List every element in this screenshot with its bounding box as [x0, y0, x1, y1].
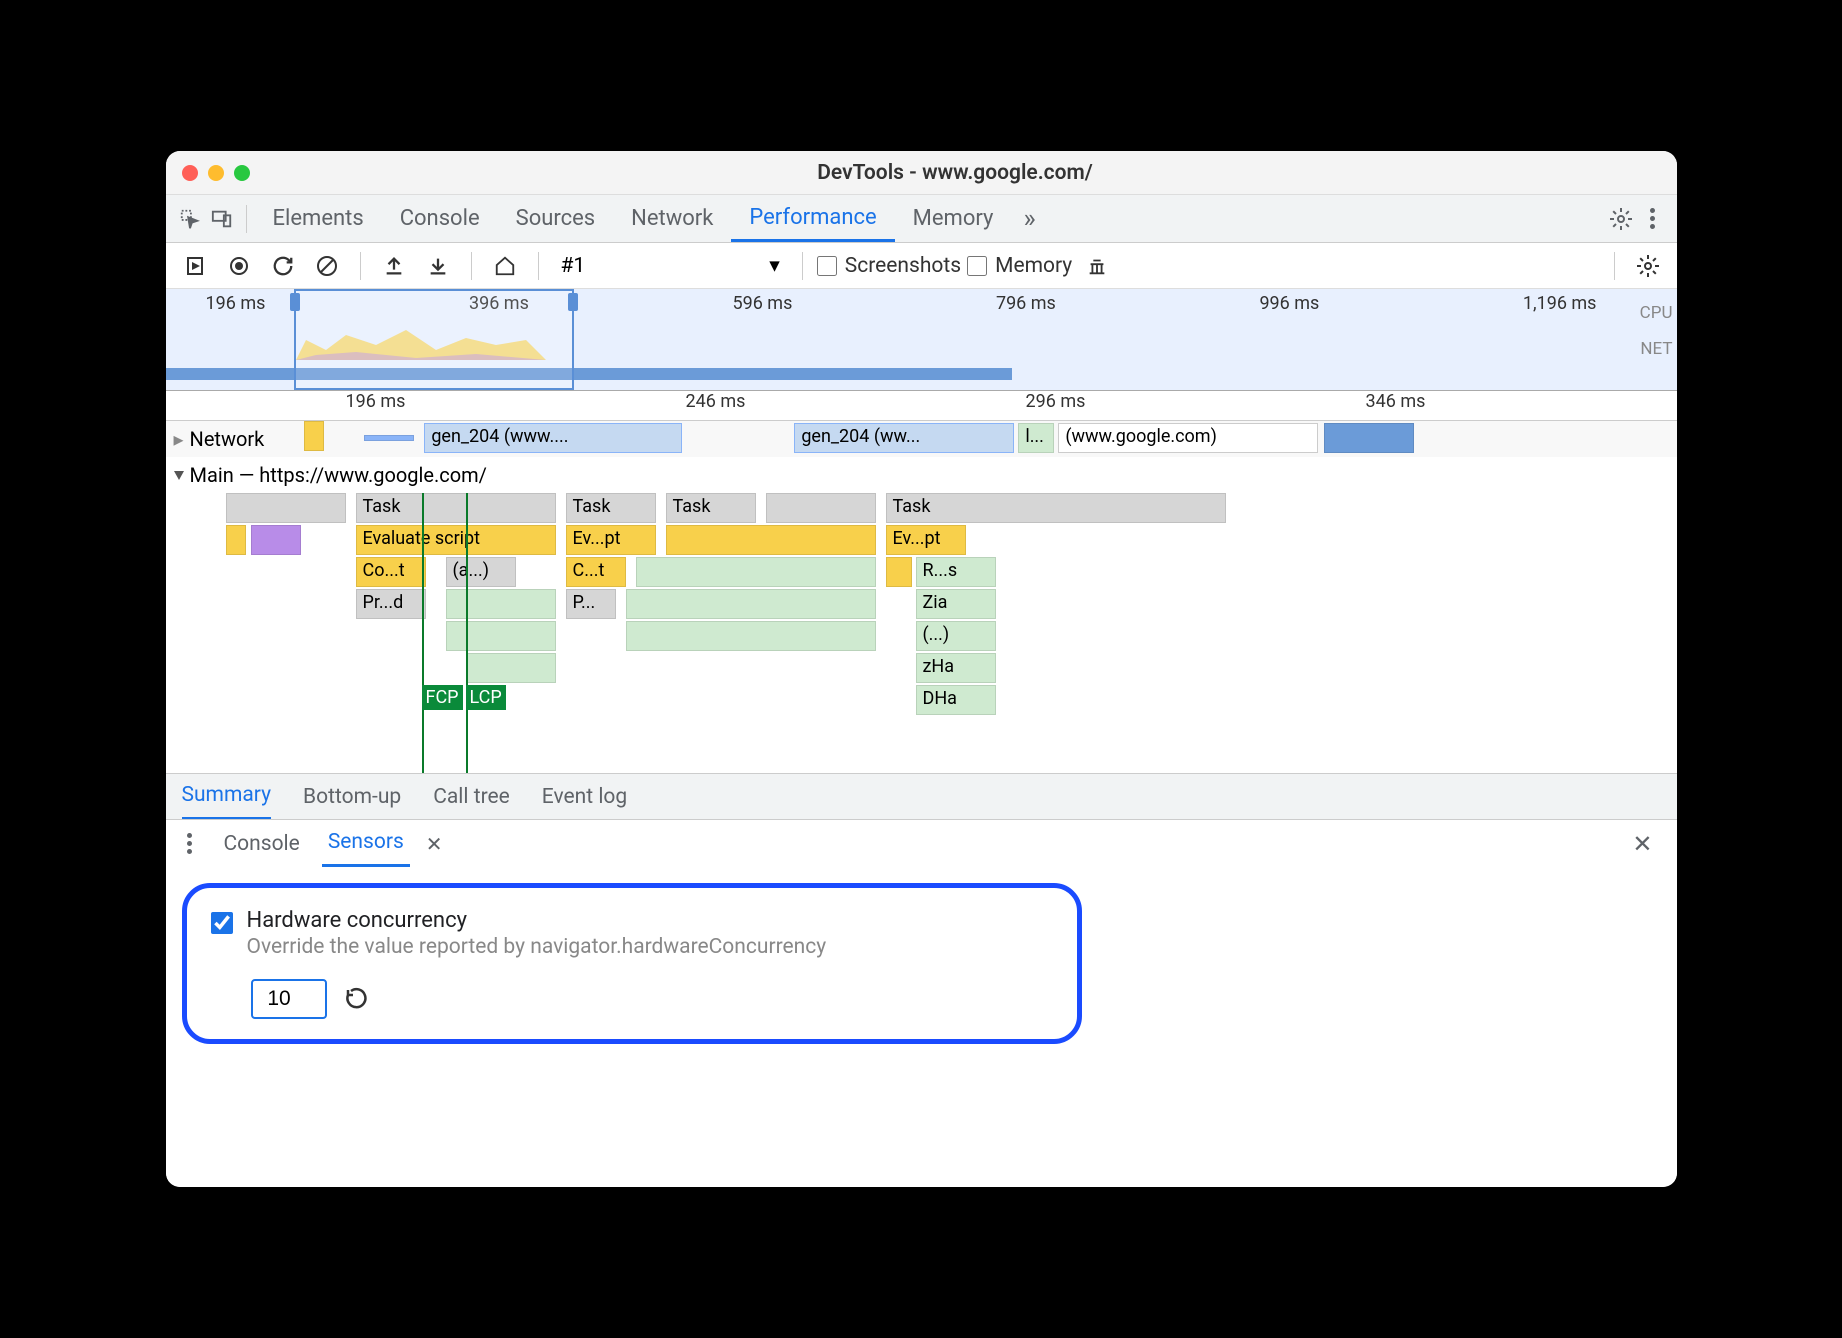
- memory-checkbox[interactable]: Memory: [967, 254, 1072, 278]
- tab-network[interactable]: Network: [613, 195, 731, 242]
- clear-button[interactable]: [308, 247, 346, 285]
- minimize-window-button[interactable]: [208, 165, 224, 181]
- record-button[interactable]: [176, 247, 214, 285]
- tab-performance[interactable]: Performance: [731, 195, 894, 242]
- flame-item[interactable]: P...: [566, 589, 616, 619]
- flame-item[interactable]: Pr...d: [356, 589, 426, 619]
- fcp-marker[interactable]: FCP: [422, 685, 463, 710]
- screenshots-checkbox[interactable]: Screenshots: [817, 254, 961, 278]
- sensors-panel: Hardware concurrency Override the value …: [166, 867, 1677, 1187]
- drawer-tab-close-icon[interactable]: ✕: [426, 832, 443, 856]
- flame-item[interactable]: zHa: [916, 653, 996, 683]
- tab-console[interactable]: Console: [382, 195, 498, 242]
- drawer-tabbar: Console Sensors ✕ ✕: [166, 819, 1677, 867]
- inspect-icon[interactable]: [174, 203, 206, 235]
- gc-button[interactable]: [1078, 247, 1116, 285]
- network-track-label: Network: [190, 427, 265, 451]
- overview-tick: 796 ms: [996, 293, 1056, 314]
- kebab-menu-icon[interactable]: [1637, 203, 1669, 235]
- tab-elements[interactable]: Elements: [255, 195, 382, 242]
- flame-item[interactable]: Zia: [916, 589, 996, 619]
- overview-tick: 196 ms: [206, 293, 266, 314]
- drawer-tab-console[interactable]: Console: [218, 822, 306, 866]
- perf-settings-icon[interactable]: [1629, 247, 1667, 285]
- overview-selection[interactable]: [294, 289, 574, 390]
- tab-sources[interactable]: Sources: [498, 195, 614, 242]
- ruler-tick: 246 ms: [686, 391, 746, 412]
- overview-tick: 596 ms: [732, 293, 792, 314]
- net-label: NET: [1640, 331, 1673, 367]
- record-circle-button[interactable]: [220, 247, 258, 285]
- flame-item[interactable]: (a...): [446, 557, 516, 587]
- ruler-tick: 296 ms: [1026, 391, 1086, 412]
- main-track-label: Main — https://www.google.com/: [190, 463, 487, 487]
- close-window-button[interactable]: [182, 165, 198, 181]
- network-item[interactable]: l...: [1018, 423, 1054, 453]
- tab-summary[interactable]: Summary: [182, 773, 272, 820]
- cpu-label: CPU: [1640, 295, 1673, 331]
- flame-task[interactable]: Task: [356, 493, 556, 523]
- window-title: DevTools - www.google.com/: [250, 161, 1661, 185]
- reset-icon[interactable]: [345, 987, 369, 1011]
- home-button[interactable]: [486, 247, 524, 285]
- flame-chart[interactable]: ▸Network gen_204 (www.... gen_204 (ww...…: [166, 421, 1677, 773]
- settings-gear-icon[interactable]: [1605, 203, 1637, 235]
- flame-item[interactable]: (...): [916, 621, 996, 651]
- hw-concurrency-input[interactable]: [251, 979, 327, 1019]
- tab-bottomup[interactable]: Bottom-up: [303, 775, 401, 819]
- drawer-close-icon[interactable]: ✕: [1620, 830, 1664, 858]
- overview-tick: 1,196 ms: [1523, 293, 1597, 314]
- flame-task[interactable]: Task: [666, 493, 756, 523]
- flame-item[interactable]: C...t: [566, 557, 626, 587]
- perf-toolbar: #1▾ Screenshots Memory: [166, 243, 1677, 289]
- screenshots-label: Screenshots: [845, 254, 961, 278]
- drawer-menu-icon[interactable]: [178, 833, 202, 854]
- network-item[interactable]: gen_204 (ww...: [794, 423, 1014, 453]
- flame-item[interactable]: R...s: [916, 557, 996, 587]
- flame-item[interactable]: Ev...pt: [886, 525, 966, 555]
- devtools-window: DevTools - www.google.com/ Elements Cons…: [166, 151, 1677, 1187]
- more-tabs-button[interactable]: »: [1011, 204, 1047, 234]
- profile-selector-label: #1: [561, 254, 586, 278]
- hw-concurrency-checkbox[interactable]: [211, 912, 233, 934]
- flame-task[interactable]: Task: [886, 493, 1226, 523]
- hardware-concurrency-section: Hardware concurrency Override the value …: [182, 883, 1082, 1044]
- download-button[interactable]: [419, 247, 457, 285]
- flame-item[interactable]: Evaluate script: [356, 525, 556, 555]
- traffic-lights: [182, 165, 250, 181]
- titlebar: DevTools - www.google.com/: [166, 151, 1677, 195]
- reload-button[interactable]: [264, 247, 302, 285]
- memory-checkbox-label: Memory: [995, 254, 1072, 278]
- flame-item[interactable]: DHa: [916, 685, 996, 715]
- maximize-window-button[interactable]: [234, 165, 250, 181]
- flame-item[interactable]: Co...t: [356, 557, 426, 587]
- upload-button[interactable]: [375, 247, 413, 285]
- tab-memory[interactable]: Memory: [895, 195, 1012, 242]
- flame-task[interactable]: Task: [566, 493, 656, 523]
- tab-calltree[interactable]: Call tree: [433, 775, 510, 819]
- detail-tabs: Summary Bottom-up Call tree Event log: [166, 773, 1677, 819]
- timeline-ruler[interactable]: 196 ms 246 ms 296 ms 346 ms: [166, 391, 1677, 421]
- device-mode-icon[interactable]: [206, 203, 238, 235]
- hw-concurrency-desc: Override the value reported by navigator…: [247, 935, 827, 959]
- flame-item[interactable]: Ev...pt: [566, 525, 656, 555]
- ruler-tick: 196 ms: [346, 391, 406, 412]
- overview-tick: 996 ms: [1259, 293, 1319, 314]
- lcp-marker[interactable]: LCP: [466, 685, 506, 710]
- network-item[interactable]: (www.google.com): [1058, 423, 1318, 453]
- profile-selector[interactable]: #1▾: [553, 253, 788, 278]
- ruler-tick: 346 ms: [1366, 391, 1426, 412]
- overview-panel[interactable]: 196 ms 396 ms 596 ms 796 ms 996 ms 1,196…: [166, 289, 1677, 391]
- hw-concurrency-title: Hardware concurrency: [247, 908, 827, 933]
- tab-eventlog[interactable]: Event log: [542, 775, 627, 819]
- main-tabbar: Elements Console Sources Network Perform…: [166, 195, 1677, 243]
- drawer-tab-sensors[interactable]: Sensors: [322, 820, 410, 867]
- network-item[interactable]: gen_204 (www....: [424, 423, 682, 453]
